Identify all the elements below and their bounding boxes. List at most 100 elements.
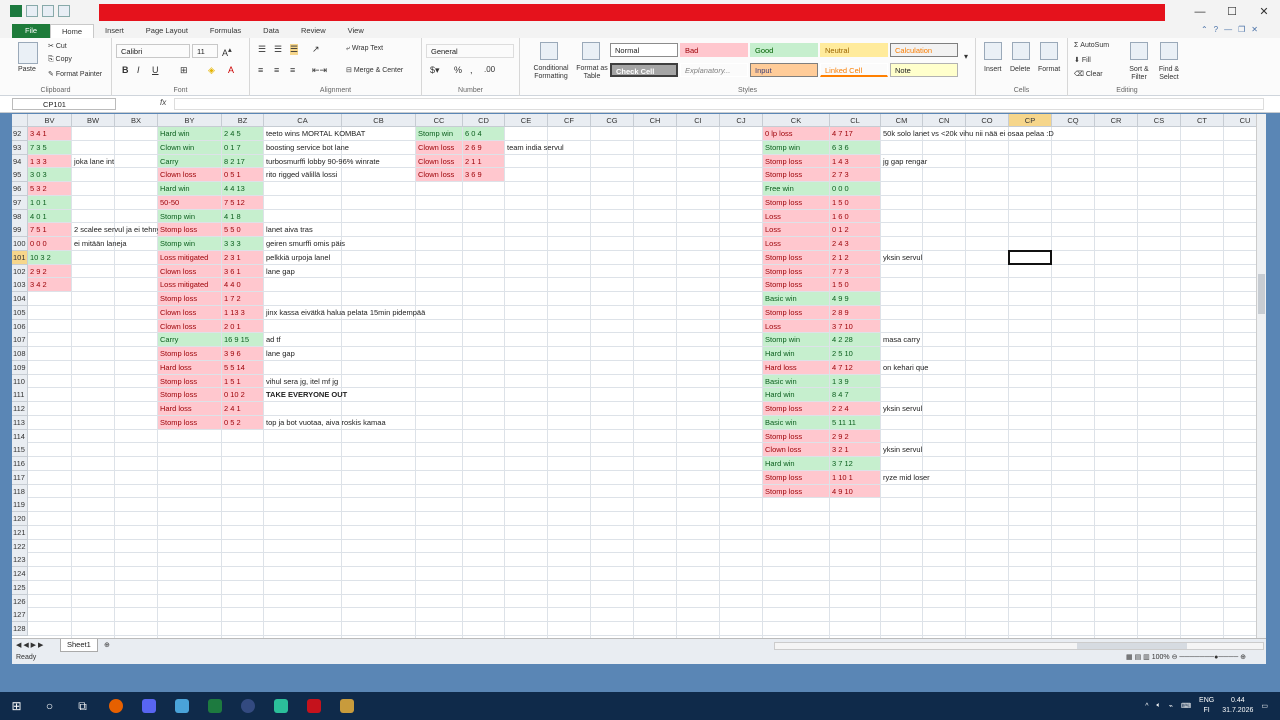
zoom-slider[interactable]: ⊖ ───────●──── ⊕ — [1172, 654, 1246, 661]
cell-ck98[interactable]: Loss — [763, 209, 829, 223]
row-header[interactable]: 102 — [12, 264, 28, 279]
cell-bz95[interactable]: 0 5 1 — [222, 168, 263, 181]
tab-review[interactable]: Review — [290, 24, 337, 38]
row-header[interactable]: 111 — [12, 388, 28, 403]
app-icon[interactable] — [165, 692, 198, 720]
language-indicator[interactable]: ENG FI — [1199, 696, 1214, 716]
workbook-restore-icon[interactable]: ❐ — [1238, 25, 1245, 34]
cell-ck103[interactable]: Stomp loss — [763, 278, 829, 291]
column-header[interactable]: CP — [1009, 114, 1052, 127]
cell-ca95[interactable]: rito rigged välillä lossi — [264, 168, 337, 182]
cell-bz101[interactable]: 2 3 1 — [222, 250, 263, 264]
cell-by102[interactable]: Clown loss — [158, 264, 221, 278]
style-calculation[interactable]: Calculation — [890, 43, 958, 57]
delete-cells-button[interactable]: Delete — [1010, 66, 1030, 73]
row-header[interactable]: 123 — [12, 553, 28, 568]
align-left-icon[interactable]: ≡ — [258, 65, 263, 75]
row-header[interactable]: 120 — [12, 512, 28, 526]
row-header[interactable]: 121 — [12, 525, 28, 540]
format-as-table-button[interactable]: Format as Table — [574, 65, 610, 81]
column-header[interactable]: CM — [881, 114, 923, 127]
cell-ca102[interactable]: lane gap — [264, 265, 295, 279]
cell-ck96[interactable]: Free win — [763, 182, 829, 195]
cell-cd95[interactable]: 3 6 9 — [463, 168, 504, 181]
style-explanatory[interactable]: Explanatory... — [680, 63, 748, 77]
cell-ck117[interactable]: Stomp loss — [763, 470, 829, 484]
cell-ca94[interactable]: turbosmurffi lobby 90-96% winrate — [264, 155, 380, 169]
cell-cl109[interactable]: 4 7 12 — [830, 360, 880, 374]
cell-bz96[interactable]: 4 4 13 — [222, 182, 263, 195]
column-header[interactable]: CJ — [720, 114, 763, 127]
wrap-text-button[interactable]: ⤶ Wrap Text — [346, 45, 383, 53]
cell-by95[interactable]: Clown loss — [158, 168, 221, 181]
cell-cl98[interactable]: 1 6 0 — [830, 209, 880, 223]
font-size-select[interactable]: 11 — [192, 44, 218, 58]
tab-file[interactable]: File — [12, 24, 50, 38]
style-linked-cell[interactable]: Linked Cell — [820, 63, 888, 77]
cell-cl97[interactable]: 1 5 0 — [830, 195, 880, 209]
copy-button[interactable]: ⎘ Copy — [48, 56, 72, 64]
column-header[interactable]: CE — [505, 114, 548, 127]
row-header[interactable]: 124 — [12, 567, 28, 581]
column-header[interactable]: CC — [416, 114, 463, 127]
fill-color-icon[interactable]: ◈ — [208, 65, 215, 76]
insert-function-icon[interactable]: fx — [160, 98, 166, 107]
column-header[interactable]: CD — [463, 114, 505, 127]
recorder-icon[interactable] — [297, 692, 330, 720]
cell-by108[interactable]: Stomp loss — [158, 347, 221, 360]
cell-bv97[interactable]: 1 0 1 — [28, 195, 71, 209]
column-header[interactable]: BV — [28, 114, 72, 127]
cell-cl111[interactable]: 8 4 7 — [830, 388, 880, 401]
row-header[interactable]: 92 — [12, 127, 28, 141]
cell-cl118[interactable]: 4 9 10 — [830, 484, 880, 498]
cell-by103[interactable]: Loss mitigated — [158, 278, 221, 291]
cell-ck93[interactable]: Stomp win — [763, 140, 829, 154]
insert-cells-button[interactable]: Insert — [984, 66, 1002, 73]
cell-by98[interactable]: Stomp win — [158, 209, 221, 223]
column-header[interactable]: CT — [1181, 114, 1224, 127]
cell-ca107[interactable]: ad tf — [264, 333, 281, 347]
paste-button[interactable]: Paste — [18, 66, 36, 73]
cell-cl101[interactable]: 2 1 2 — [830, 250, 880, 264]
cell-ck101[interactable]: Stomp loss — [763, 250, 829, 264]
cell-ck100[interactable]: Loss — [763, 237, 829, 250]
row-header[interactable]: 97 — [12, 195, 28, 210]
cell-ck111[interactable]: Hard win — [763, 388, 829, 401]
row-header[interactable]: 122 — [12, 539, 28, 554]
cell-ck95[interactable]: Stomp loss — [763, 168, 829, 181]
row-header[interactable]: 110 — [12, 374, 28, 389]
format-table-icon[interactable] — [582, 42, 600, 60]
cell-bz97[interactable]: 7 5 12 — [222, 195, 263, 209]
format-painter-button[interactable]: ✎ Format Painter — [48, 70, 102, 78]
vertical-scroll-thumb[interactable] — [1258, 274, 1265, 314]
row-header[interactable]: 105 — [12, 305, 28, 320]
currency-icon[interactable]: $▾ — [430, 65, 440, 76]
row-header[interactable]: 116 — [12, 457, 28, 471]
row-header[interactable]: 106 — [12, 319, 28, 334]
cell-bz100[interactable]: 3 3 3 — [222, 237, 263, 250]
cell-bw100[interactable]: ei mitään laneja — [72, 237, 127, 251]
decimal-icon[interactable]: .00 — [484, 65, 495, 74]
align-top-icon[interactable]: ☰ — [258, 44, 266, 55]
cell-cl100[interactable]: 2 4 3 — [830, 237, 880, 250]
cell-bz112[interactable]: 2 4 1 — [222, 402, 263, 415]
row-header[interactable]: 98 — [12, 209, 28, 224]
style-neutral[interactable]: Neutral — [820, 43, 888, 57]
cell-cl116[interactable]: 3 7 12 — [830, 457, 880, 470]
tab-data[interactable]: Data — [252, 24, 290, 38]
cell-cm92[interactable]: 50k solo lanet vs <20k vihu nii nää ei o… — [881, 127, 1054, 141]
cell-bz107[interactable]: 16 9 15 — [222, 333, 263, 346]
cell-cl105[interactable]: 2 8 9 — [830, 305, 880, 319]
search-icon[interactable]: ○ — [33, 692, 66, 720]
style-good[interactable]: Good — [750, 43, 818, 57]
row-header[interactable]: 95 — [12, 168, 28, 183]
cell-cl110[interactable]: 1 3 9 — [830, 374, 880, 388]
cell-bz102[interactable]: 3 6 1 — [222, 264, 263, 278]
row-header[interactable]: 107 — [12, 333, 28, 348]
cell-ck114[interactable]: Stomp loss — [763, 429, 829, 443]
cell-cc95[interactable]: Clown loss — [416, 168, 462, 181]
clock[interactable]: 0.44 31.7.2026 — [1222, 696, 1253, 716]
autosum-button[interactable]: Σ AutoSum — [1074, 42, 1109, 49]
cell-ck104[interactable]: Basic win — [763, 292, 829, 305]
cell-by96[interactable]: Hard win — [158, 182, 221, 195]
